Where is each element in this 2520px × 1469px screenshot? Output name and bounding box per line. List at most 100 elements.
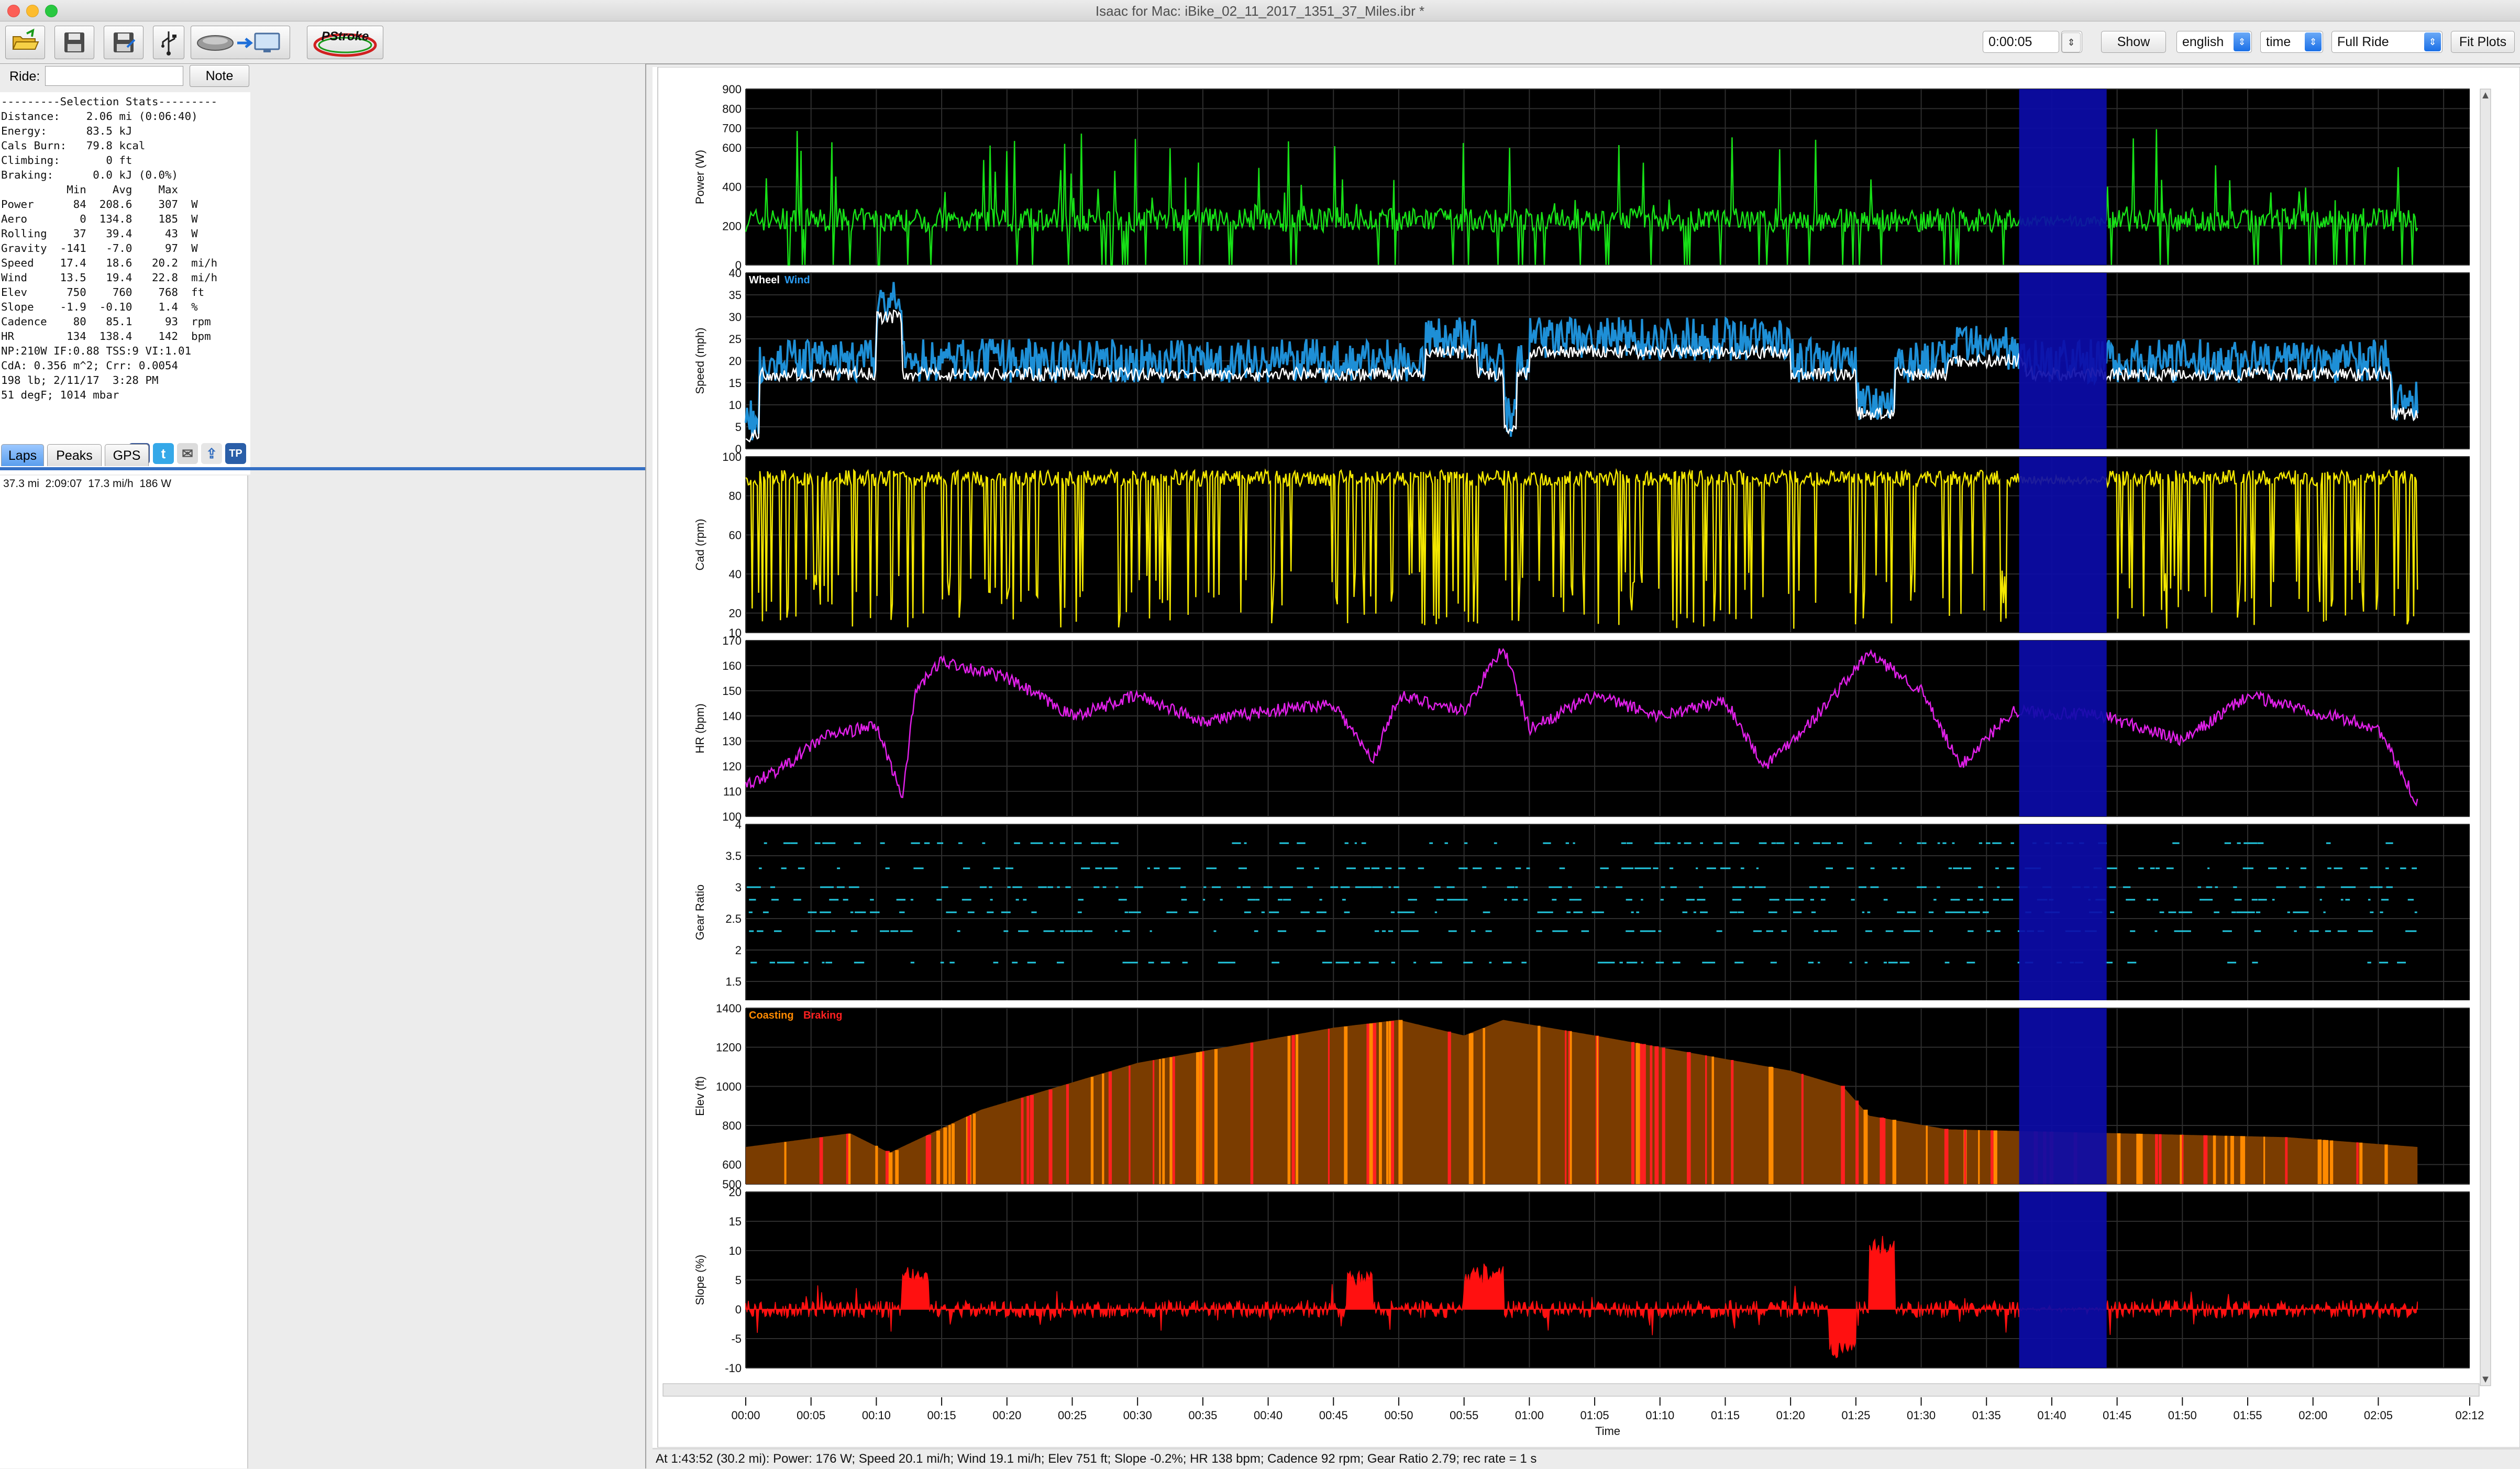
- gear-dot: [1027, 962, 1036, 964]
- gear-dot: [1568, 886, 1572, 888]
- time-step-field[interactable]: 0:00:05: [1983, 31, 2059, 53]
- units-select[interactable]: english ⇕: [2176, 31, 2252, 53]
- gear-dot: [1641, 962, 1644, 964]
- coasting-braking-marker: [1638, 1043, 1640, 1184]
- gear-dot: [941, 886, 948, 888]
- gear-dot: [1756, 867, 1759, 869]
- gear-dot: [1523, 899, 1528, 901]
- fit-plots-button[interactable]: Fit Plots: [2451, 31, 2515, 53]
- gear-dot: [1794, 842, 1799, 844]
- gear-dot: [2150, 867, 2155, 869]
- gear-dot: [2166, 867, 2174, 869]
- tab-laps[interactable]: Laps: [1, 444, 44, 466]
- save-as-button[interactable]: [104, 26, 143, 59]
- x-tick-label: 01:10: [1645, 1409, 1674, 1422]
- chart-panel-gear: 1.5 2 2.5 3 3.5 4 Gear Ratio: [693, 818, 2470, 1000]
- gear-dot: [1957, 911, 1965, 913]
- gear-dot: [822, 911, 831, 913]
- x-tick-label: 01:25: [1841, 1409, 1870, 1422]
- gear-dot: [854, 842, 861, 844]
- gear-dot: [1677, 842, 1681, 844]
- gear-dot: [1770, 962, 1775, 964]
- gear-dot: [1429, 842, 1433, 844]
- gear-dot: [1434, 911, 1438, 913]
- gear-dot: [2400, 867, 2406, 869]
- scroll-down-icon: ▼: [2480, 1374, 2491, 1385]
- gear-dot: [2300, 867, 2307, 869]
- gear-dot: [1921, 842, 1927, 844]
- pstroke-button[interactable]: PStroke: [307, 26, 383, 59]
- coasting-braking-marker: [1964, 1130, 1966, 1184]
- x-axis-select[interactable]: time ⇕: [2260, 31, 2323, 53]
- time-step-stepper[interactable]: ⇕: [2061, 31, 2082, 53]
- tab-gps[interactable]: GPS: [105, 444, 149, 466]
- y-axis-label: HR (bpm): [693, 703, 706, 753]
- gear-dot: [1018, 930, 1026, 932]
- gear-dot: [1339, 962, 1344, 964]
- gear-dot: [1627, 930, 1634, 932]
- y-tick-label: 40: [729, 267, 742, 280]
- gear-dot: [1963, 867, 1971, 869]
- gear-dot: [1322, 962, 1326, 964]
- y-tick-label: 400: [722, 181, 742, 194]
- gear-dot: [1255, 899, 1260, 901]
- gear-dot: [1754, 886, 1763, 888]
- tab-peaks[interactable]: Peaks: [47, 444, 102, 466]
- y-axis-label: Gear Ratio: [693, 885, 706, 940]
- coasting-braking-marker: [1711, 1056, 1714, 1184]
- pstroke-label: PStroke: [321, 29, 369, 43]
- y-tick-label: 0: [735, 1303, 742, 1316]
- gear-dot: [1865, 930, 1873, 932]
- save-button[interactable]: [54, 26, 94, 59]
- x-tick-label: 01:50: [2168, 1409, 2197, 1422]
- usb-import-button[interactable]: [153, 26, 184, 59]
- gear-dot: [940, 962, 944, 964]
- gear-dot: [1005, 867, 1013, 869]
- gear-dot: [1626, 899, 1632, 901]
- gear-dot: [1565, 842, 1570, 844]
- coasting-braking-marker: [1372, 1023, 1377, 1184]
- open-file-button[interactable]: [5, 26, 45, 59]
- gear-dot: [1415, 930, 1419, 932]
- gear-dot: [1244, 842, 1247, 844]
- gear-dot: [1001, 911, 1011, 913]
- lap-row[interactable]: 37.3 mi 2:09:07 17.3 mi/h 186 W: [3, 478, 171, 490]
- save-icon: [64, 32, 84, 52]
- gear-dot: [1031, 911, 1037, 913]
- show-button[interactable]: Show: [2101, 31, 2166, 53]
- coasting-braking-marker: [1991, 1130, 1993, 1184]
- x-tick-label: 00:50: [1384, 1409, 1413, 1422]
- usb-icon: [161, 31, 176, 56]
- gear-dot: [1966, 962, 1975, 964]
- gear-dot: [1007, 886, 1011, 888]
- gear-dot: [1997, 886, 2000, 888]
- gear-dot: [1482, 886, 1487, 888]
- status-bar: At 1:43:52 (30.2 mi): Power: 176 W; Spee…: [653, 1449, 2520, 1469]
- gear-dot: [1749, 886, 1753, 888]
- gear-dot: [2340, 899, 2344, 901]
- ride-charts-svg[interactable]: ▲▼0200400600700800900Power (W)0510152025…: [653, 67, 2520, 1448]
- gear-dot: [1398, 867, 1406, 869]
- gear-dot: [1797, 899, 1804, 901]
- gear-dot: [2207, 867, 2210, 869]
- gear-dot: [1768, 911, 1777, 913]
- note-button[interactable]: Note: [190, 65, 249, 87]
- x-tick-label: 01:15: [1711, 1409, 1740, 1422]
- gear-dot: [1809, 886, 1817, 888]
- gear-dot: [1837, 842, 1843, 844]
- y-axis-label: Slope (%): [693, 1255, 706, 1306]
- gear-dot: [1314, 867, 1319, 869]
- coasting-braking-marker: [2325, 1140, 2328, 1184]
- gear-dot: [749, 930, 754, 932]
- ride-name-input[interactable]: [45, 66, 183, 86]
- device-transfer-button[interactable]: [191, 26, 290, 59]
- gear-dot: [1911, 930, 1920, 932]
- range-select[interactable]: Full Ride ⇕: [2331, 31, 2442, 53]
- coasting-braking-marker: [1021, 1098, 1024, 1184]
- gear-dot: [2358, 930, 2364, 932]
- gear-dot: [2257, 842, 2264, 844]
- coasting-braking-marker: [1026, 1096, 1030, 1184]
- gear-dot: [1282, 886, 1288, 888]
- gear-dot: [1851, 899, 1855, 901]
- gear-dot: [1993, 899, 1999, 901]
